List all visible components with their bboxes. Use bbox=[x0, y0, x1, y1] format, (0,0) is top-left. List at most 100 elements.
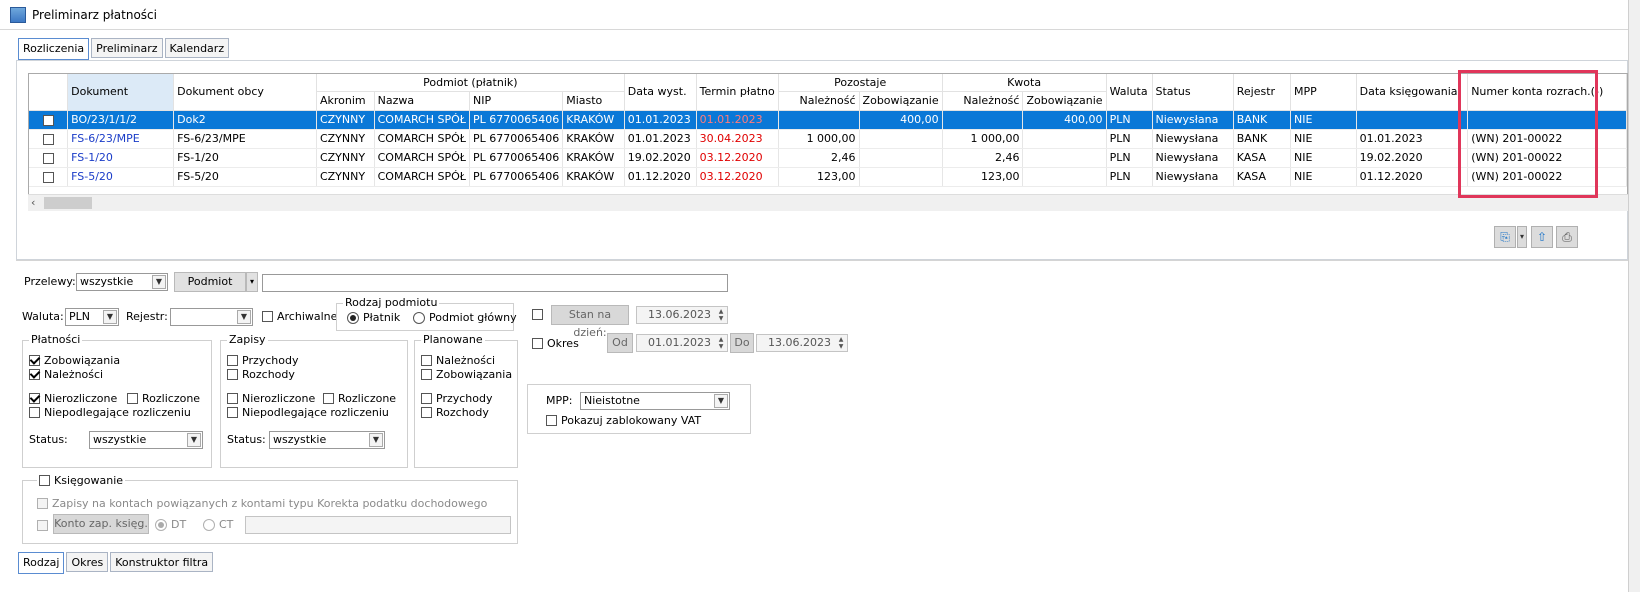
table-row[interactable]: FS-5/20 FS-5/20 CZYNNY COMARCH SPÓŁ PL 6… bbox=[29, 167, 1627, 187]
zapisy-rozliczone-checkbox[interactable] bbox=[323, 393, 334, 404]
col-kw-zobowiazanie[interactable]: Zobowiązanie bbox=[1022, 91, 1107, 111]
ksiegowanie-option[interactable]: Księgowanie bbox=[37, 474, 126, 487]
platnik-option[interactable]: Płatnik bbox=[347, 311, 400, 324]
platnosci-status-select[interactable]: wszystkie ▼ bbox=[89, 431, 203, 449]
tab-konstruktor-filtra[interactable]: Konstruktor filtra bbox=[110, 552, 214, 572]
tab-rodzaj[interactable]: Rodzaj bbox=[18, 552, 65, 574]
tab-kalendarz[interactable]: Kalendarz bbox=[164, 38, 230, 58]
planowane-naleznosci-checkbox[interactable] bbox=[421, 355, 432, 366]
print-icon[interactable]: ⎙ bbox=[1556, 226, 1578, 248]
zapisy-rozliczone-option[interactable]: Rozliczone bbox=[323, 392, 396, 405]
row-checkbox[interactable] bbox=[42, 171, 54, 183]
table-row[interactable]: FS-1/20 FS-1/20 CZYNNY COMARCH SPÓŁ PL 6… bbox=[29, 148, 1627, 168]
table-row[interactable]: FS-6/23/MPE FS-6/23/MPE CZYNNY COMARCH S… bbox=[29, 129, 1627, 149]
zapisy-niepodlegajace-option[interactable]: Niepodlegające rozliczeniu bbox=[227, 406, 389, 419]
planowane-rozchody-checkbox[interactable] bbox=[421, 407, 432, 418]
row-checkbox[interactable] bbox=[42, 114, 54, 126]
upload-icon[interactable]: ⇧ bbox=[1531, 226, 1553, 248]
horizontal-scrollbar[interactable]: ‹ bbox=[28, 194, 1628, 211]
platnosci-niepodlegajace-checkbox[interactable] bbox=[29, 407, 40, 418]
stan-na-dzien-checkbox[interactable] bbox=[532, 309, 543, 320]
zapisy-status-select[interactable]: wszystkie ▼ bbox=[269, 431, 385, 449]
export-dropdown-icon[interactable]: ▾ bbox=[1517, 226, 1527, 248]
spinner-icon[interactable]: ▲ ▼ bbox=[836, 336, 846, 350]
export-icon[interactable]: ⎘ bbox=[1494, 226, 1516, 248]
do-date-input[interactable]: 13.06.2023 ▲ ▼ bbox=[756, 334, 848, 352]
mpp-select[interactable]: Nieistotne ▼ bbox=[580, 392, 730, 410]
archiwalne-checkbox[interactable] bbox=[262, 311, 273, 322]
tab-rozliczenia[interactable]: Rozliczenia bbox=[18, 38, 90, 60]
col-nazwa[interactable]: Nazwa bbox=[374, 91, 470, 111]
col-mpp[interactable]: MPP bbox=[1290, 74, 1357, 111]
podmiot-button[interactable]: Podmiot bbox=[174, 272, 246, 292]
planowane-naleznosci-option[interactable]: Należności bbox=[421, 354, 495, 367]
podmiot-glowny-option[interactable]: Podmiot główny bbox=[413, 311, 517, 324]
stan-date-input[interactable]: 13.06.2023 ▲ ▼ bbox=[636, 306, 728, 324]
cell-dokument[interactable]: FS-6/23/MPE bbox=[67, 129, 175, 149]
podmiot-glowny-radio[interactable] bbox=[413, 311, 425, 324]
od-date-input[interactable]: 01.01.2023 ▲ ▼ bbox=[636, 334, 728, 352]
pokazuj-vat-option[interactable]: Pokazuj zablokowany VAT bbox=[546, 414, 701, 427]
spinner-icon[interactable]: ▲ ▼ bbox=[716, 308, 726, 322]
tab-okres[interactable]: Okres bbox=[66, 552, 109, 572]
table-row[interactable]: BO/23/1/1/2 Dok2 CZYNNY COMARCH SPÓŁ PL … bbox=[29, 110, 1627, 130]
planowane-rozchody-option[interactable]: Rozchody bbox=[421, 406, 489, 419]
col-akronim[interactable]: Akronim bbox=[316, 91, 375, 111]
planowane-przychody-option[interactable]: Przychody bbox=[421, 392, 493, 405]
col-termin[interactable]: Termin płatno bbox=[696, 74, 779, 111]
col-waluta[interactable]: Waluta bbox=[1106, 74, 1153, 111]
zapisy-niepodlegajace-checkbox[interactable] bbox=[227, 407, 238, 418]
zapisy-nierozliczone-checkbox[interactable] bbox=[227, 393, 238, 404]
col-poz-zobowiazanie[interactable]: Zobowiązanie bbox=[859, 91, 943, 111]
od-button[interactable]: Od bbox=[607, 333, 633, 353]
okres-checkbox[interactable] bbox=[532, 338, 543, 349]
podmiot-dropdown-icon[interactable]: ▾ bbox=[246, 272, 258, 292]
planowane-zobowiazania-checkbox[interactable] bbox=[421, 369, 432, 380]
col-data-wyst[interactable]: Data wyst. bbox=[624, 74, 697, 111]
col-rejestr[interactable]: Rejestr bbox=[1233, 74, 1291, 111]
col-dokument-obcy[interactable]: Dokument obcy bbox=[173, 74, 317, 111]
cell-dokument[interactable]: BO/23/1/1/2 bbox=[67, 110, 175, 130]
spinner-icon[interactable]: ▲ ▼ bbox=[716, 336, 726, 350]
platnosci-nierozliczone-option[interactable]: Nierozliczone bbox=[29, 392, 117, 405]
stan-na-dzien-button[interactable]: Stan na dzień: bbox=[551, 305, 629, 339]
zapisy-przychody-checkbox[interactable] bbox=[227, 355, 238, 366]
waluta-select[interactable]: PLN ▼ bbox=[65, 308, 119, 326]
do-button[interactable]: Do bbox=[730, 333, 754, 353]
platnosci-niepodlegajace-option[interactable]: Niepodlegające rozliczeniu bbox=[29, 406, 191, 419]
przelewy-select[interactable]: wszystkie ▼ bbox=[76, 273, 168, 291]
platnosci-naleznosci-option[interactable]: Należności bbox=[29, 368, 103, 381]
platnosci-zobowiazania-checkbox[interactable] bbox=[29, 355, 40, 366]
col-status[interactable]: Status bbox=[1152, 74, 1234, 111]
col-nip[interactable]: NIP bbox=[469, 91, 564, 111]
okres-option[interactable]: Okres bbox=[532, 337, 579, 350]
zapisy-nierozliczone-option[interactable]: Nierozliczone bbox=[227, 392, 315, 405]
col-dokument[interactable]: Dokument bbox=[67, 74, 175, 111]
planowane-przychody-checkbox[interactable] bbox=[421, 393, 432, 404]
podmiot-input[interactable] bbox=[262, 274, 728, 292]
row-checkbox[interactable] bbox=[42, 152, 54, 164]
cell-dokument[interactable]: FS-1/20 bbox=[67, 148, 175, 168]
col-poz-naleznosc[interactable]: Należność bbox=[778, 91, 860, 111]
tab-preliminarz[interactable]: Preliminarz bbox=[91, 38, 163, 58]
scroll-left-icon[interactable]: ‹ bbox=[31, 196, 35, 209]
col-data-ksiegowania[interactable]: Data księgowania bbox=[1356, 74, 1469, 111]
rejestr-select[interactable]: ▼ bbox=[170, 308, 253, 326]
scroll-thumb[interactable] bbox=[44, 197, 92, 209]
row-checkbox[interactable] bbox=[42, 133, 54, 145]
ksiegowanie-checkbox[interactable] bbox=[39, 475, 50, 486]
cell-dokument[interactable]: FS-5/20 bbox=[67, 167, 175, 187]
zapisy-rozchody-option[interactable]: Rozchody bbox=[227, 368, 295, 381]
platnosci-zobowiazania-option[interactable]: Zobowiązania bbox=[29, 354, 120, 367]
platnosci-rozliczone-checkbox[interactable] bbox=[127, 393, 138, 404]
zapisy-rozchody-checkbox[interactable] bbox=[227, 369, 238, 380]
platnik-radio[interactable] bbox=[347, 311, 359, 324]
col-miasto[interactable]: Miasto bbox=[562, 91, 625, 111]
platnosci-nierozliczone-checkbox[interactable] bbox=[29, 393, 40, 404]
archiwalne-option[interactable]: Archiwalne bbox=[262, 310, 337, 323]
pokazuj-vat-checkbox[interactable] bbox=[546, 415, 557, 426]
platnosci-rozliczone-option[interactable]: Rozliczone bbox=[127, 392, 200, 405]
zapisy-przychody-option[interactable]: Przychody bbox=[227, 354, 299, 367]
planowane-zobowiazania-option[interactable]: Zobowiązania bbox=[421, 368, 512, 381]
col-kw-naleznosc[interactable]: Należność bbox=[942, 91, 1024, 111]
